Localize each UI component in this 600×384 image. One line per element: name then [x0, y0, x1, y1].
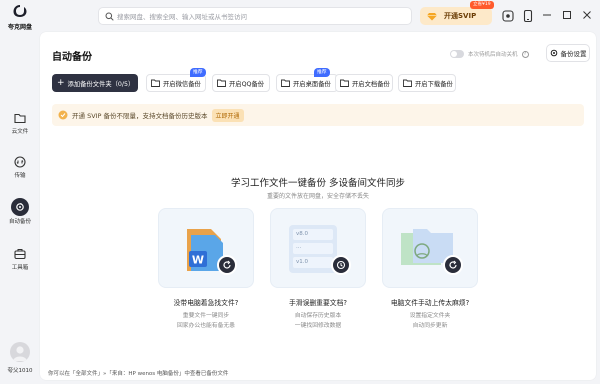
- page-title: 自动备份: [52, 52, 92, 63]
- settings-gear-icon[interactable]: [501, 9, 515, 23]
- card-desc-line: 一键找回修改数据: [294, 323, 342, 329]
- version-label: v1.0: [293, 257, 333, 268]
- svip-button[interactable]: 开通SVIP: [420, 7, 492, 25]
- folder-icon: [281, 79, 290, 87]
- close-icon[interactable]: [580, 8, 594, 22]
- recommend-badge: 推荐: [190, 68, 206, 77]
- feature-card-folder-sync: [382, 208, 478, 288]
- sidebar: 夸克网盘 云文件 传输 自动备份 工具箱 夸父1010: [0, 0, 40, 384]
- wechat-backup-label: 开启微信备份: [163, 80, 201, 88]
- folder-icon: [340, 79, 349, 87]
- minimize-icon[interactable]: [540, 8, 554, 22]
- folder-icon: [217, 79, 226, 87]
- sync-icon: [443, 255, 463, 275]
- search-icon: [105, 12, 114, 21]
- hero-title: 学习工作文件一键备份 多设备间文件同步: [230, 178, 406, 189]
- card-desc-line: 重要文件一键同步: [182, 313, 230, 319]
- sidebar-item-label: 传输: [14, 173, 26, 179]
- svip-badge-icon: [58, 110, 68, 120]
- footer-note: 你可以在「全部文件」»「来自：HP wenos 电脑备份」中查看已备份文件: [48, 371, 229, 377]
- svip-promo-tag: 立省¥19: [470, 1, 494, 9]
- svip-button-label: 开通SVIP: [444, 12, 477, 20]
- card-title: 电脑文件手动上传太麻烦?: [390, 299, 470, 307]
- maximize-icon[interactable]: [560, 8, 574, 22]
- folder-icon: [14, 113, 26, 124]
- folder-icon: [151, 79, 160, 87]
- auto-shutdown-setting: 本次待机后自动关机 ?: [450, 48, 529, 60]
- desktop-backup-label: 开启桌面备份: [293, 80, 331, 88]
- svg-text:W: W: [192, 254, 204, 267]
- banner-text: 开通 SVIP 备份不限量，支持文档备份历史版本: [72, 112, 208, 120]
- open-svip-link[interactable]: 立即开通: [211, 108, 244, 122]
- sidebar-item-cloud-files[interactable]: 云文件: [3, 108, 37, 138]
- download-backup-label: 开启下载备份: [415, 80, 453, 88]
- transfer-icon: [14, 156, 26, 168]
- card-desc-line: 回家办公也能有备无患: [177, 323, 235, 329]
- card-desc-line: 自动保存历史版本: [294, 313, 342, 319]
- cloud-logo-icon: [13, 5, 27, 17]
- folder-icon: [403, 79, 412, 87]
- gear-icon: [550, 49, 557, 57]
- card-desc-line: 设置指定文件夹: [409, 313, 451, 319]
- desktop-backup-button[interactable]: 开启桌面备份: [276, 74, 338, 92]
- hero-subtitle: 重要的文件放在网盘，安全存储不丢失: [266, 193, 369, 200]
- document-backup-button[interactable]: 开启文档备份: [335, 74, 393, 92]
- document-backup-label: 开启文档备份: [352, 80, 390, 88]
- help-icon[interactable]: ?: [521, 50, 529, 58]
- backup-icon: [11, 198, 29, 216]
- auto-shutdown-label: 本次待机后自动关机: [468, 52, 518, 58]
- user-avatar-icon: [13, 346, 27, 361]
- app-name: 夸克网盘: [7, 24, 32, 31]
- sidebar-item-label: 自动备份: [8, 219, 31, 225]
- user-name: 夸父1010: [7, 368, 33, 374]
- sidebar-item-auto-backup[interactable]: 自动备份: [3, 196, 37, 226]
- qq-backup-button[interactable]: 开启QQ备份: [212, 74, 270, 92]
- sidebar-item-transfer[interactable]: 传输: [3, 152, 37, 182]
- sync-icon: [217, 255, 237, 275]
- backup-settings-button[interactable]: 备份设置: [546, 44, 590, 62]
- recommend-badge: 推荐: [314, 68, 330, 77]
- search-input[interactable]: 搜索网盘、搜索全网、输入网址或从书签访问: [98, 7, 412, 25]
- main-panel: 自动备份 本次待机后自动关机 ? 备份设置 + 添加备份文件夹（0/5） 开启微…: [40, 32, 596, 380]
- auto-shutdown-toggle[interactable]: [450, 50, 464, 58]
- card-desc-line: 自动同步更新: [412, 323, 448, 329]
- mobile-device-icon[interactable]: [521, 9, 535, 23]
- svip-promo-banner: 开通 SVIP 备份不限量，支持文档备份历史版本 立即开通: [52, 104, 584, 126]
- add-backup-folder-label: 添加备份文件夹（0/5）: [67, 80, 135, 88]
- history-clock-icon: [331, 255, 351, 275]
- sidebar-item-label: 云文件: [11, 129, 29, 135]
- card-title: 手滑误删重要文档?: [289, 299, 347, 307]
- search-placeholder: 搜索网盘、搜索全网、输入网址或从书签访问: [117, 13, 247, 21]
- sidebar-item-label: 工具箱: [11, 265, 29, 271]
- plus-icon: +: [57, 77, 65, 88]
- card-title: 没带电脑着急找文件?: [173, 299, 239, 307]
- download-backup-button[interactable]: 开启下载备份: [398, 74, 456, 92]
- sidebar-item-toolbox[interactable]: 工具箱: [3, 244, 37, 274]
- feature-card-version-history: v8.0 ... v1.0: [270, 208, 366, 288]
- qq-backup-label: 开启QQ备份: [229, 80, 265, 88]
- backup-settings-label: 备份设置: [560, 50, 587, 58]
- add-backup-folder-button[interactable]: + 添加备份文件夹（0/5）: [52, 74, 138, 92]
- version-history-icon: v8.0 ... v1.0: [289, 225, 337, 273]
- diamond-icon: [427, 13, 437, 21]
- app-logo[interactable]: 夸克网盘: [6, 4, 34, 34]
- avatar[interactable]: [10, 342, 30, 362]
- version-label: ...: [293, 243, 333, 254]
- version-label: v8.0: [293, 229, 333, 240]
- toolbox-icon: [14, 249, 26, 260]
- feature-card-remote-access: W: [158, 208, 254, 288]
